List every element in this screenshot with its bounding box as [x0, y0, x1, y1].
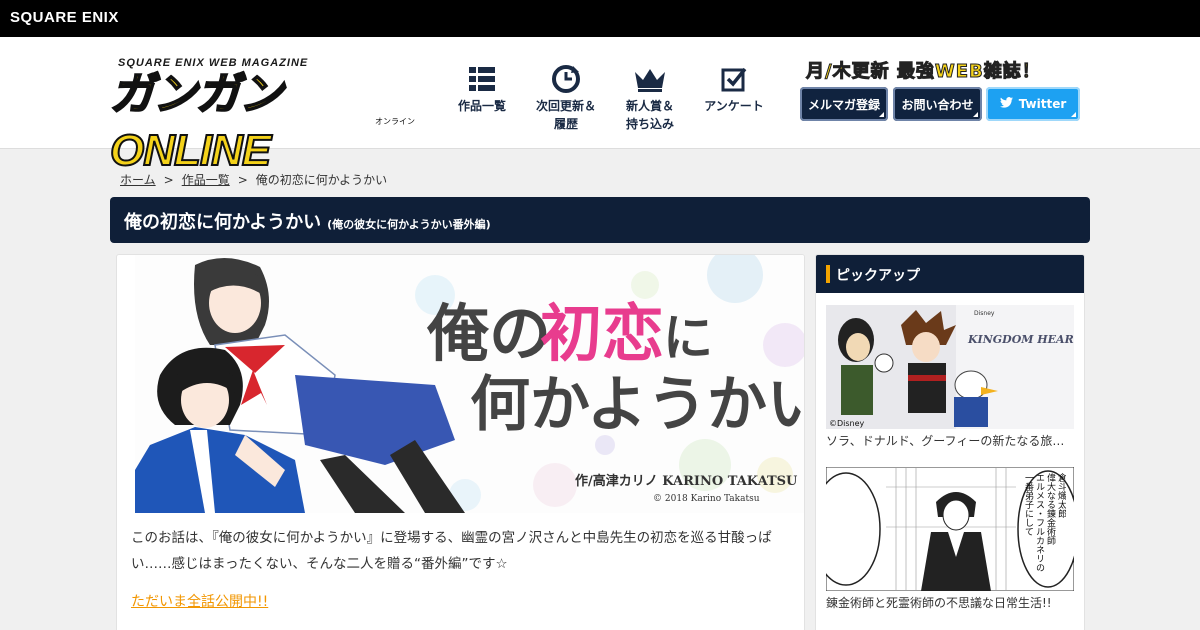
top-bar: SQUARE ENIX — [0, 0, 1200, 37]
pickup-sidebar: ピックアップ Disney KINGDOM HEAR ©Disney ソラ、ドナ… — [815, 254, 1085, 630]
svg-text:Disney: Disney — [974, 310, 995, 317]
twitter-button[interactable]: Twitter — [986, 87, 1080, 121]
refresh-clock-icon — [524, 63, 608, 95]
grid-icon — [440, 63, 524, 95]
pickup-item[interactable]: 倉斗熾太郎 偉大なる錬金術師 エルメス・フルカネリの 一番弟子にして 錬金術師と… — [826, 467, 1074, 611]
nav-newcomer-award[interactable]: 新人賞＆ 持ち込み — [608, 63, 692, 133]
title-bar: 俺の初恋に何かようかい (俺の彼女に何かようかい番外編) — [110, 197, 1090, 243]
site-header: SQUARE ENIX WEB MAGAZINE ガンガンONLINE オンライ… — [0, 37, 1200, 176]
banner-credit: 作/高津カリノ KARINO TAKATSU — [575, 473, 798, 489]
breadcrumb-works-list[interactable]: 作品一覧 — [182, 173, 230, 187]
breadcrumb-current: 俺の初恋に何かようかい — [255, 173, 388, 187]
banner-title-2: 何かようかい — [470, 370, 805, 440]
pickup-heading: ピックアップ — [836, 268, 920, 284]
checkbox-icon — [692, 63, 776, 95]
pickup-header-accent — [826, 265, 830, 283]
pickup-caption[interactable]: 錬金術師と死霊術師の不思議な日常生活!! — [826, 594, 1074, 611]
page-subtitle: (俺の彼女に何かようかい番外編) — [327, 218, 491, 231]
gangan-online-logo[interactable]: SQUARE ENIX WEB MAGAZINE ガンガンONLINE オンライ… — [109, 57, 425, 176]
nav-label: アンケート — [704, 99, 764, 113]
nav-label: 新人賞＆ 持ち込み — [625, 99, 674, 131]
twitter-label: Twitter — [1018, 97, 1067, 111]
nav-label: 次回更新＆ 履歴 — [535, 99, 596, 131]
logo-kana: オンライン — [375, 117, 415, 126]
pickup-header: ピックアップ — [816, 255, 1084, 293]
breadcrumb-separator: > — [163, 173, 174, 187]
banner-title-1c: に — [663, 308, 713, 367]
work-description: このお話は、『俺の彼女に何かようかい』に登場する、幽霊の宮ノ沢さんと中島先生の初… — [131, 530, 772, 572]
main-nav: 作品一覧 次回更新＆ 履歴 新人賞＆ 持ち込み アンケート — [440, 63, 776, 133]
pickup-item[interactable]: Disney KINGDOM HEARTS III ©Disney ソラ、ドナル… — [826, 305, 1074, 449]
kh-logo-text: KINGDOM HEARTS III — [967, 333, 1074, 346]
nav-works-list[interactable]: 作品一覧 — [440, 63, 524, 133]
page-title: 俺の初恋に何かようかい (俺の彼女に何かようかい番外編) — [124, 208, 491, 234]
nav-survey[interactable]: アンケート — [692, 63, 776, 133]
pickup-thumbnail[interactable]: 倉斗熾太郎 偉大なる錬金術師 エルメス・フルカネリの 一番弟子にして — [826, 467, 1074, 591]
banner-copyright: © 2018 Karino Takatsu — [653, 494, 760, 504]
banner-title-1b: 初恋 — [540, 297, 664, 370]
kingdom-hearts-artwork: Disney KINGDOM HEARTS III ©Disney — [826, 305, 1074, 429]
breadcrumb-home[interactable]: ホーム — [120, 173, 156, 187]
page-title-main: 俺の初恋に何かようかい — [124, 212, 322, 233]
nav-next-update[interactable]: 次回更新＆ 履歴 — [524, 63, 608, 133]
nav-label: 作品一覧 — [457, 99, 506, 113]
mailmag-button[interactable]: メルマガ登録 — [800, 87, 888, 121]
banner-illustration: 俺の 初恋 に 何かようかい 作/高津カリノ KARINO TAKATSU © … — [135, 255, 805, 513]
crown-icon — [608, 63, 692, 95]
speech-bubble: 倉斗熾太郎 偉大なる錬金術師 エルメス・フルカネリの 一番弟子にして — [1023, 473, 1066, 572]
pickup-thumbnail[interactable]: Disney KINGDOM HEARTS III ©Disney — [826, 305, 1074, 429]
read-all-link[interactable]: ただいま全話公開中!! — [131, 591, 268, 611]
banner-title-1a: 俺の — [426, 297, 551, 370]
work-card: 俺の 初恋 に 何かようかい 作/高津カリノ KARINO TAKATSU © … — [116, 254, 805, 630]
breadcrumb: ホーム > 作品一覧 > 俺の初恋に何かようかい — [120, 171, 387, 188]
square-enix-logo[interactable]: SQUARE ENIX — [10, 9, 119, 26]
kh-copyright: ©Disney — [829, 419, 865, 428]
pickup-caption[interactable]: ソラ、ドナルド、グーフィーの新たなる旅… — [826, 432, 1074, 449]
contact-button[interactable]: お問い合わせ — [893, 87, 982, 121]
work-banner: 俺の 初恋 に 何かようかい 作/高津カリノ KARINO TAKATSU © … — [135, 255, 805, 513]
catchphrase: 月/木更新 最強WEB雑誌！ — [806, 61, 1041, 83]
twitter-icon — [999, 97, 1013, 111]
breadcrumb-separator: > — [237, 173, 248, 187]
